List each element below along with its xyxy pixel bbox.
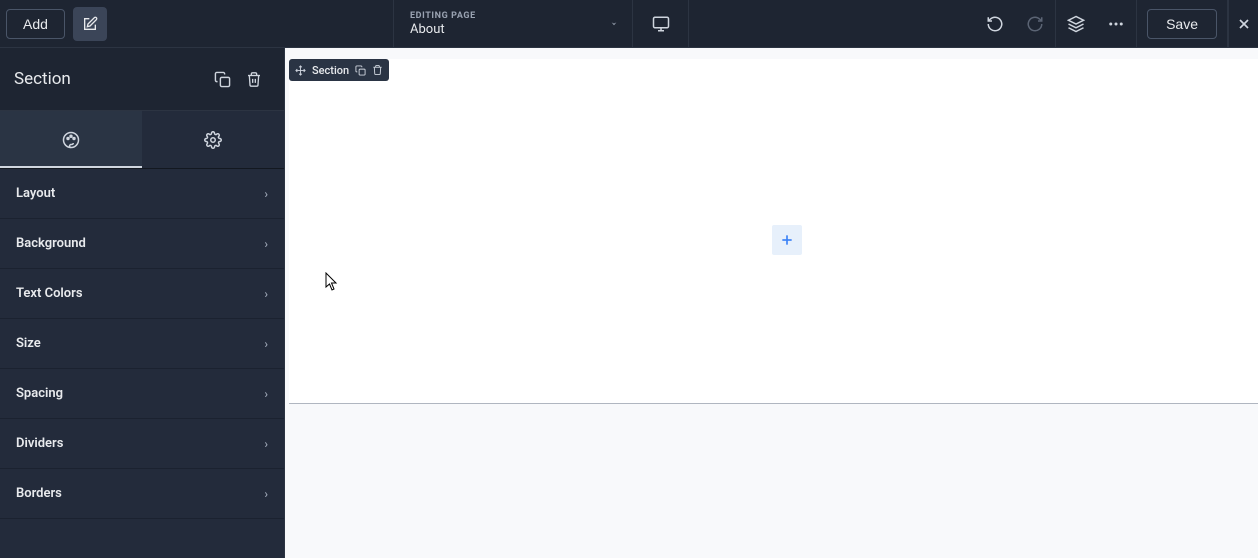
chevron-right-icon: › xyxy=(264,437,268,451)
divider xyxy=(1136,0,1137,47)
edit-icon xyxy=(82,16,98,32)
topbar-left: Add xyxy=(0,7,107,41)
trash-icon xyxy=(246,71,262,88)
cursor-icon xyxy=(325,272,341,292)
more-icon xyxy=(1107,15,1125,33)
page-selector[interactable]: EDITING PAGE About xyxy=(393,0,633,47)
page-selector-value: About xyxy=(410,22,616,37)
top-bar: Add EDITING PAGE About Sa xyxy=(0,0,1258,48)
topbar-center: EDITING PAGE About xyxy=(393,0,689,47)
topbar-right: Save xyxy=(975,0,1258,47)
close-icon xyxy=(1236,16,1252,32)
undo-icon xyxy=(986,15,1004,33)
close-button[interactable] xyxy=(1228,0,1258,47)
panel-label: Borders xyxy=(16,486,62,501)
gear-icon xyxy=(204,131,222,149)
device-preview-button[interactable] xyxy=(633,0,689,47)
move-handle[interactable] xyxy=(295,65,306,76)
tab-style[interactable] xyxy=(0,111,142,168)
duplicate-section-button[interactable] xyxy=(206,63,238,95)
save-button[interactable]: Save xyxy=(1147,9,1217,39)
layers-icon xyxy=(1067,15,1085,33)
section-area[interactable] xyxy=(289,59,1258,404)
layers-button[interactable] xyxy=(1056,0,1096,47)
plus-icon xyxy=(779,232,795,248)
panel-label: Text Colors xyxy=(16,286,83,301)
panel-label: Dividers xyxy=(16,436,63,451)
chevron-right-icon: › xyxy=(264,387,268,401)
chevron-right-icon: › xyxy=(264,337,268,351)
chevron-right-icon: › xyxy=(264,237,268,251)
duplicate-icon xyxy=(355,65,366,76)
panel-list: Layout › Background › Text Colors › Size › S… xyxy=(0,169,284,519)
undo-button[interactable] xyxy=(975,0,1015,47)
panel-label: Size xyxy=(16,336,41,351)
section-toolbar-delete[interactable] xyxy=(372,64,383,76)
palette-icon xyxy=(62,131,80,149)
panel-layout[interactable]: Layout › xyxy=(0,169,284,219)
trash-icon xyxy=(372,64,383,76)
sidebar: Section Layout › Background › Text Colors ›… xyxy=(0,48,285,558)
sidebar-header: Section xyxy=(0,48,284,111)
desktop-icon xyxy=(651,15,671,33)
sidebar-title: Section xyxy=(14,69,206,89)
main: Section Layout › Background › Text Colors ›… xyxy=(0,48,1258,558)
panel-label: Layout xyxy=(16,186,55,201)
panel-background[interactable]: Background › xyxy=(0,219,284,269)
delete-section-button[interactable] xyxy=(238,63,270,95)
sidebar-tabs xyxy=(0,111,284,169)
panel-spacing[interactable]: Spacing › xyxy=(0,369,284,419)
canvas[interactable]: Section xyxy=(285,48,1258,558)
section-toolbar-label: Section xyxy=(312,64,349,77)
section-toolbar-duplicate[interactable] xyxy=(355,65,366,76)
panel-dividers[interactable]: Dividers › xyxy=(0,419,284,469)
panel-label: Spacing xyxy=(16,386,63,401)
redo-icon xyxy=(1026,15,1044,33)
duplicate-icon xyxy=(214,71,231,88)
add-content-button[interactable] xyxy=(772,225,802,255)
panel-label: Background xyxy=(16,236,86,251)
more-button[interactable] xyxy=(1096,0,1136,47)
panel-borders[interactable]: Borders › xyxy=(0,469,284,519)
section-toolbar: Section xyxy=(289,59,389,81)
tab-settings[interactable] xyxy=(142,111,284,168)
chevron-right-icon: › xyxy=(264,287,268,301)
chevron-right-icon: › xyxy=(264,187,268,201)
edit-mode-toggle[interactable] xyxy=(73,7,107,41)
chevron-down-icon xyxy=(610,20,618,28)
move-icon xyxy=(295,65,306,76)
redo-button xyxy=(1015,0,1055,47)
add-button[interactable]: Add xyxy=(6,9,65,39)
panel-size[interactable]: Size › xyxy=(0,319,284,369)
chevron-right-icon: › xyxy=(264,487,268,501)
page-selector-label: EDITING PAGE xyxy=(410,11,616,21)
panel-text-colors[interactable]: Text Colors › xyxy=(0,269,284,319)
